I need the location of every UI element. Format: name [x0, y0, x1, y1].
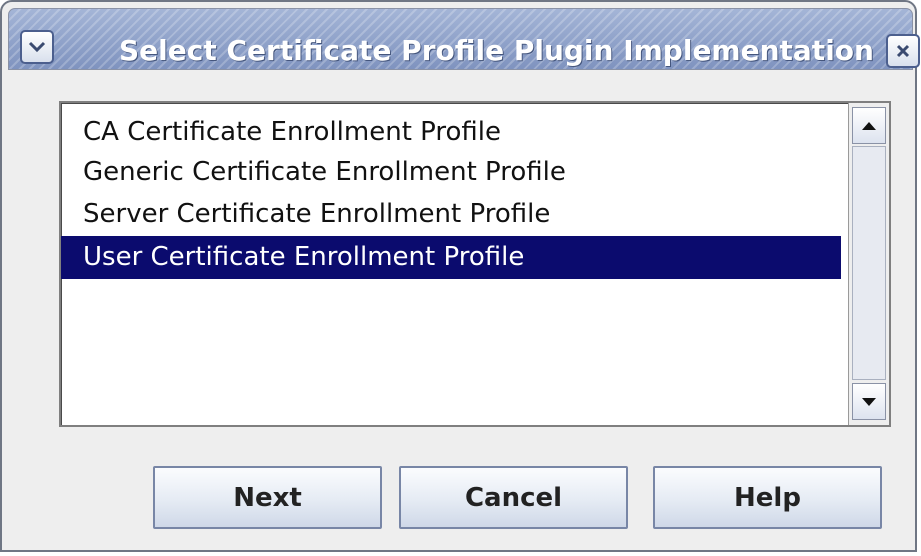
window-menu-button[interactable] [20, 30, 54, 64]
scroll-up-button[interactable] [852, 107, 886, 144]
next-button[interactable]: Next [153, 466, 382, 529]
close-button[interactable] [886, 34, 920, 68]
profile-list[interactable]: CA Certificate Enrollment Profile Generi… [59, 101, 891, 427]
scroll-track[interactable] [852, 146, 886, 380]
list-item-user-profile[interactable]: User Certificate Enrollment Profile [61, 236, 841, 279]
title-bar[interactable]: Select Certificate Profile Plugin Implem… [8, 8, 920, 70]
list-item-server-profile[interactable]: Server Certificate Enrollment Profile [61, 193, 841, 236]
chevron-down-icon [28, 41, 46, 53]
list-item-ca-profile[interactable]: CA Certificate Enrollment Profile [61, 111, 841, 154]
arrow-down-icon [862, 397, 876, 406]
dialog-window: Select Certificate Profile Plugin Implem… [0, 0, 920, 552]
window-title: Select Certificate Profile Plugin Implem… [119, 34, 874, 67]
cancel-button[interactable]: Cancel [399, 466, 628, 529]
close-icon [896, 44, 910, 58]
help-button[interactable]: Help [653, 466, 882, 529]
vertical-scrollbar[interactable] [848, 103, 889, 425]
scroll-down-button[interactable] [852, 383, 886, 420]
arrow-up-icon [862, 121, 876, 130]
list-item-generic-profile[interactable]: Generic Certificate Enrollment Profile [61, 151, 841, 194]
